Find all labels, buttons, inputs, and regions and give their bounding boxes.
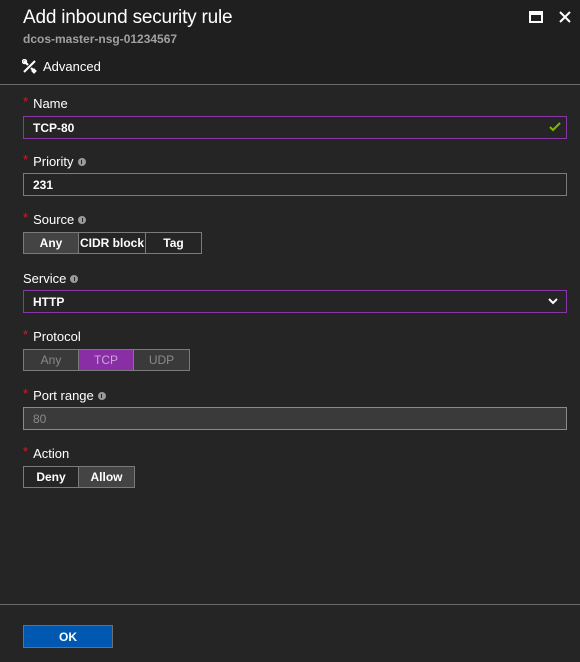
priority-input[interactable]: 231 — [23, 173, 567, 196]
page-subtitle: dcos-master-nsg-01234567 — [23, 32, 178, 46]
info-icon[interactable] — [77, 157, 86, 166]
service-value: HTTP — [33, 294, 65, 309]
protocol-option-tcp[interactable]: TCP — [79, 350, 134, 370]
action-option-deny[interactable]: Deny — [24, 467, 79, 487]
advanced-button[interactable]: Advanced — [22, 59, 101, 74]
port-range-input[interactable]: 80 — [23, 407, 567, 430]
protocol-option-any[interactable]: Any — [24, 350, 79, 370]
info-icon[interactable] — [70, 274, 79, 283]
source-label-text: Source — [33, 212, 75, 227]
name-input[interactable]: TCP-80 — [23, 116, 567, 139]
port-range-label-text: Port range — [33, 388, 94, 403]
name-label: * Name — [23, 94, 68, 111]
source-selector: Any CIDR block Tag — [23, 232, 202, 254]
close-icon — [559, 11, 571, 23]
priority-label: * Priority — [23, 152, 86, 169]
action-selector: Deny Allow — [23, 466, 135, 488]
action-label-text: Action — [33, 446, 70, 461]
required-indicator: * — [23, 444, 29, 459]
info-icon[interactable] — [78, 215, 87, 224]
source-option-cidr-block[interactable]: CIDR block — [79, 233, 146, 253]
check-icon — [549, 122, 561, 132]
chevron-down-icon — [548, 298, 558, 305]
service-label: Service — [23, 271, 79, 286]
protocol-option-udp[interactable]: UDP — [134, 350, 189, 370]
source-option-any[interactable]: Any — [24, 233, 79, 253]
action-option-allow[interactable]: Allow — [79, 467, 134, 487]
advanced-label: Advanced — [43, 59, 101, 74]
required-indicator: * — [23, 327, 29, 342]
maximize-icon — [529, 11, 543, 23]
footer-divider — [0, 604, 580, 605]
required-indicator: * — [23, 94, 29, 109]
tools-icon — [22, 59, 37, 74]
ok-button[interactable]: OK — [23, 625, 113, 648]
info-icon[interactable] — [97, 391, 106, 400]
port-range-value: 80 — [33, 411, 47, 426]
source-label: * Source — [23, 210, 87, 227]
protocol-label-text: Protocol — [33, 329, 81, 344]
maximize-button[interactable] — [529, 10, 543, 24]
source-option-tag[interactable]: Tag — [146, 233, 201, 253]
protocol-selector: Any TCP UDP — [23, 349, 190, 371]
priority-label-text: Priority — [33, 154, 74, 169]
required-indicator: * — [23, 386, 29, 401]
service-label-text: Service — [23, 271, 67, 286]
priority-value: 231 — [33, 177, 54, 192]
action-label: * Action — [23, 444, 70, 461]
name-value: TCP-80 — [33, 120, 75, 135]
name-label-text: Name — [33, 96, 68, 111]
blade-header: Add inbound security rule dcos-master-ns… — [0, 0, 580, 85]
port-range-label: * Port range — [23, 386, 106, 403]
service-dropdown[interactable]: HTTP — [23, 290, 567, 313]
page-title: Add inbound security rule — [23, 7, 233, 28]
protocol-label: * Protocol — [23, 327, 81, 344]
required-indicator: * — [23, 152, 29, 167]
close-button[interactable] — [558, 10, 572, 24]
required-indicator: * — [23, 210, 29, 225]
